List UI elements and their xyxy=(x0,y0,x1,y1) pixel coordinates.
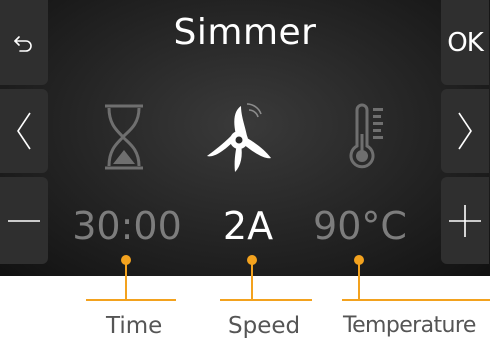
increase-button[interactable] xyxy=(441,177,489,264)
minus-icon xyxy=(8,219,40,222)
next-button[interactable] xyxy=(441,89,489,173)
appliance-display: OK Simmer 30:00 2A 90°C xyxy=(0,0,490,276)
chevron-right-icon xyxy=(458,112,472,150)
hourglass-icon[interactable] xyxy=(103,104,145,170)
ok-label: OK xyxy=(447,27,484,58)
decrease-button[interactable] xyxy=(0,177,48,264)
temperature-value[interactable]: 90°C xyxy=(295,204,425,248)
thermometer-icon[interactable] xyxy=(345,102,389,174)
plus-icon xyxy=(449,204,481,237)
ok-button[interactable]: OK xyxy=(441,0,489,85)
previous-button[interactable] xyxy=(0,89,48,173)
temperature-callout-line xyxy=(358,262,360,300)
chevron-left-icon xyxy=(17,112,31,150)
speed-callout-line xyxy=(251,262,253,300)
time-caption: Time xyxy=(106,313,163,339)
temperature-caption: Temperature xyxy=(343,313,476,338)
temperature-callout-underline xyxy=(342,299,490,301)
left-button-column xyxy=(0,0,48,264)
time-callout-line xyxy=(125,262,127,300)
speed-callout-underline xyxy=(220,299,312,301)
right-button-column: OK xyxy=(441,0,489,264)
speed-caption: Speed xyxy=(228,313,301,339)
time-value[interactable]: 30:00 xyxy=(62,204,192,248)
speed-value[interactable]: 2A xyxy=(183,204,313,248)
back-button[interactable] xyxy=(0,0,48,85)
time-callout-underline xyxy=(86,299,176,301)
blade-icon[interactable] xyxy=(205,102,275,174)
program-title: Simmer xyxy=(173,12,317,53)
back-arrow-icon xyxy=(14,35,32,52)
